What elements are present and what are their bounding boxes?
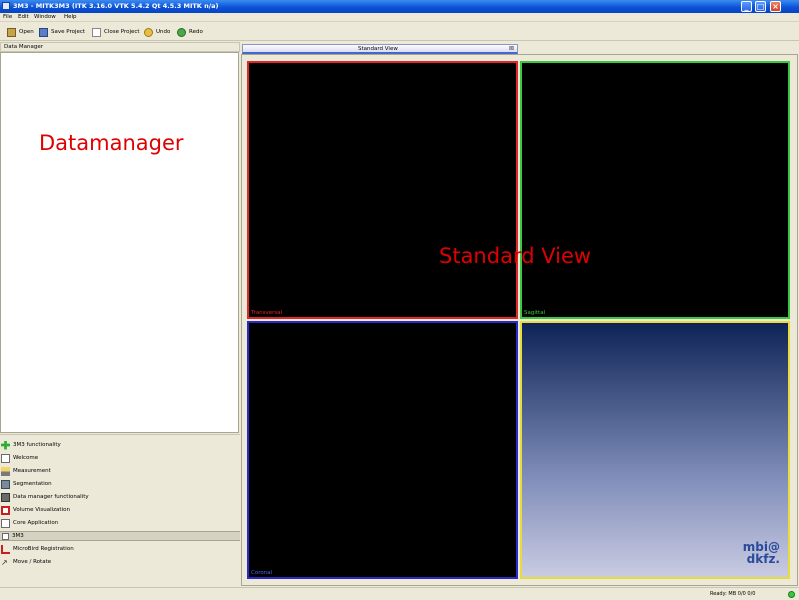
func-label: MicroBird Registration — [13, 546, 74, 552]
group-icon — [2, 533, 9, 540]
func-item-measurement[interactable]: Measurement — [1, 465, 51, 477]
arrow-icon — [1, 558, 10, 567]
coronal-render-window[interactable]: Coronal — [247, 321, 518, 579]
open-button[interactable]: Open — [7, 26, 34, 38]
func-item-core-application[interactable]: Core Application — [1, 517, 58, 529]
func-label: Volume Visualization — [13, 507, 70, 513]
status-ok-icon — [788, 591, 795, 598]
redo-label: Redo — [189, 29, 203, 35]
func-label: Move / Rotate — [13, 559, 52, 565]
axial-render-window[interactable]: Transversal — [247, 61, 518, 319]
plus-icon — [1, 440, 10, 450]
ruler-icon — [1, 466, 10, 476]
redo-button[interactable]: Redo — [177, 26, 203, 38]
welcome-icon — [1, 453, 10, 463]
sagittal-label: Sagittal — [524, 310, 546, 316]
func-label: 3M3 functionality — [13, 442, 61, 448]
data-manager-header: Data Manager — [0, 42, 240, 52]
sagittal-render-window[interactable]: Sagittal — [520, 61, 790, 319]
func-item-3m3[interactable]: 3M3 functionality — [1, 439, 61, 451]
func-item-volume-visualization[interactable]: Volume Visualization — [1, 504, 70, 516]
functionality-list: 3M3 functionality Welcome Measurement Se… — [0, 434, 240, 531]
window-title: 3M3 - MITK3M3 (ITK 3.16.0 VTK 5.4.2 Qt 4… — [13, 2, 219, 10]
close-button[interactable]: × — [770, 1, 781, 12]
func-item-segmentation[interactable]: Segmentation — [1, 478, 52, 490]
save-project-label: Save Project — [51, 29, 86, 35]
logo-line-2: dkfz. — [746, 552, 780, 566]
func-label: Measurement — [13, 468, 51, 474]
standard-view-annotation: Standard View — [439, 244, 592, 268]
undo-icon — [144, 27, 153, 37]
save-project-button[interactable]: Save Project — [39, 26, 85, 38]
data-manager-icon — [1, 492, 10, 502]
redo-icon — [177, 27, 186, 37]
func-label: Segmentation — [13, 481, 52, 487]
title-bar: 3M3 - MITK3M3 (ITK 3.16.0 VTK 5.4.2 Qt 4… — [0, 0, 799, 13]
minimize-button[interactable]: _ — [741, 1, 752, 12]
registration-icon — [1, 544, 10, 554]
menu-edit[interactable]: Edit — [18, 14, 29, 20]
group-label: 3M3 — [12, 533, 24, 539]
func-label: Data manager functionality — [13, 494, 89, 500]
segmentation-icon — [1, 479, 10, 489]
func-item-move-rotate[interactable]: Move / Rotate — [1, 556, 51, 568]
menu-window[interactable]: Window — [34, 14, 56, 20]
group-bar-3m3[interactable]: 3M3 — [0, 531, 240, 541]
tab-standard-view[interactable]: Standard View ⊠ — [242, 44, 518, 54]
coronal-label: Coronal — [251, 570, 273, 576]
save-icon — [39, 27, 48, 37]
data-manager-panel[interactable] — [0, 52, 239, 433]
func-item-microbird[interactable]: MicroBird Registration — [1, 543, 74, 555]
menu-bar: File Edit Window Help — [0, 13, 799, 22]
application-icon — [1, 518, 10, 528]
tab-close-icon[interactable]: ⊠ — [509, 45, 514, 52]
axial-label: Transversal — [251, 310, 283, 316]
open-folder-icon — [7, 27, 16, 37]
close-project-button[interactable]: Close Project — [92, 26, 140, 38]
menu-file[interactable]: File — [3, 14, 12, 20]
open-label: Open — [19, 29, 34, 35]
view-tab-bar: Standard View ⊠ — [241, 42, 799, 54]
lower-tool-list: MicroBird Registration Move / Rotate — [0, 541, 240, 586]
undo-label: Undo — [156, 29, 171, 35]
mbi-logo: mbi@ dkfz. — [740, 541, 780, 565]
volume-icon — [1, 505, 10, 515]
func-label: Welcome — [13, 455, 39, 461]
data-manager-title: Data Manager — [4, 44, 43, 50]
tab-label: Standard View — [358, 46, 398, 52]
undo-button[interactable]: Undo — [144, 26, 170, 38]
toolbar: Open Save Project Close Project Undo Red… — [0, 23, 799, 41]
close-project-label: Close Project — [104, 29, 140, 35]
status-bar: Ready: MB 0/0 0/0 — [0, 587, 799, 600]
datamanager-annotation: Datamanager — [39, 131, 184, 155]
3d-render-window[interactable]: mbi@ dkfz. — [520, 321, 790, 579]
app-icon — [2, 2, 10, 10]
menu-help[interactable]: Help — [64, 14, 77, 20]
func-label: Core Application — [13, 520, 59, 526]
func-item-welcome[interactable]: Welcome — [1, 452, 38, 464]
close-document-icon — [92, 27, 101, 37]
func-item-data-manager[interactable]: Data manager functionality — [1, 491, 89, 503]
maximize-button[interactable]: □ — [755, 1, 766, 12]
status-text: Ready: MB 0/0 0/0 — [710, 591, 756, 597]
